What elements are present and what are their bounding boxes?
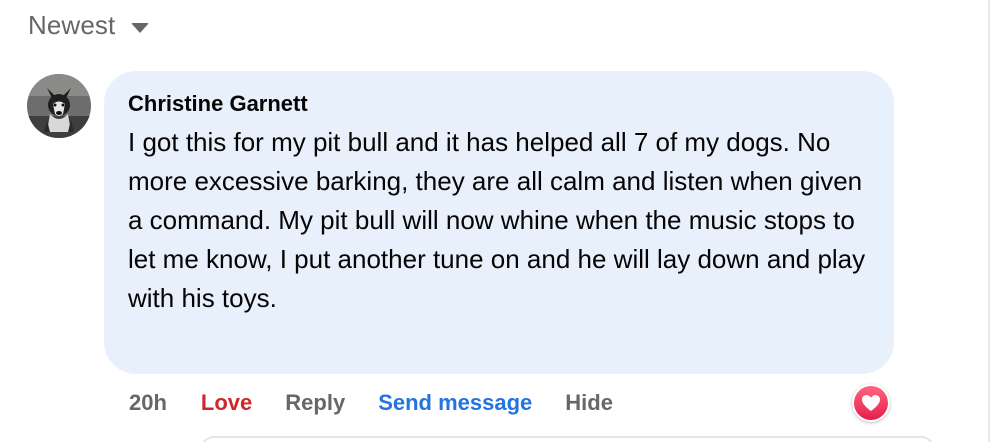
comments-panel: Newest Christine Garnett I got this for … — [0, 0, 990, 442]
send-message-button[interactable]: Send message — [378, 390, 532, 416]
comment-bubble: Christine Garnett I got this for my pit … — [104, 71, 894, 374]
comment-timestamp[interactable]: 20h — [129, 390, 167, 416]
sort-dropdown[interactable]: Newest — [28, 10, 150, 41]
comment-text: I got this for my pit bull and it has he… — [128, 127, 866, 313]
caret-down-icon — [131, 22, 150, 33]
hide-button[interactable]: Hide — [565, 390, 613, 416]
comment-author[interactable]: Christine Garnett — [128, 89, 870, 119]
comment-actions: 20h Love Reply Send message Hide — [129, 390, 613, 416]
avatar[interactable] — [27, 74, 91, 138]
reaction-badge[interactable] — [852, 384, 890, 422]
next-comment-edge — [200, 436, 935, 442]
love-button[interactable]: Love — [201, 390, 252, 416]
reply-button[interactable]: Reply — [285, 390, 345, 416]
dog-avatar-icon — [27, 74, 91, 138]
love-heart-icon — [854, 386, 888, 420]
sort-label: Newest — [28, 10, 116, 40]
